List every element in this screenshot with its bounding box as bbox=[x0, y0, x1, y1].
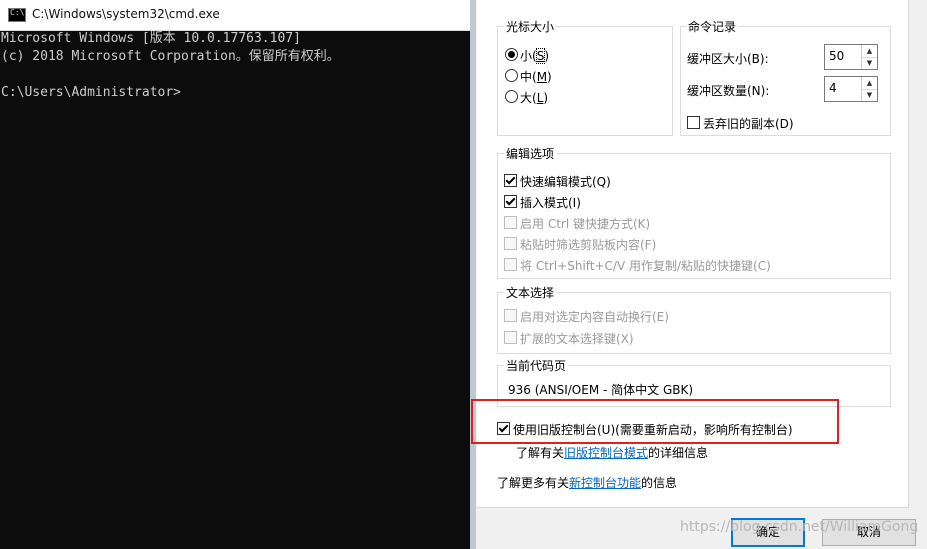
buffer-size-spinner[interactable]: 50 ▲ ▼ bbox=[824, 44, 878, 70]
ctrl-shift-cv-label: 将 Ctrl+Shift+C/V 用作复制/粘贴的快捷键(C) bbox=[520, 259, 771, 273]
buffer-size-arrows: ▲ ▼ bbox=[861, 45, 877, 69]
buffer-size-value[interactable]: 50 bbox=[829, 49, 844, 63]
command-history-title: 命令记录 bbox=[686, 18, 739, 35]
new-features-link[interactable]: 新控制台功能 bbox=[569, 476, 641, 490]
edit-options-title: 编辑选项 bbox=[504, 145, 557, 162]
insert-mode-checkbox[interactable] bbox=[504, 195, 517, 208]
buffer-count-arrows: ▲ ▼ bbox=[861, 77, 877, 101]
line-wrap-selection-label: 启用对选定内容自动换行(E) bbox=[520, 310, 669, 324]
discard-old-duplicates-checkbox[interactable] bbox=[687, 116, 700, 129]
watermark-text: https://blog.csdn.net/WilliamGong bbox=[680, 519, 919, 535]
cursor-small-radio[interactable] bbox=[505, 48, 518, 61]
line-wrap-selection-checkbox bbox=[504, 309, 517, 322]
legacy-console-checkbox[interactable] bbox=[497, 422, 510, 435]
new-features-info: 了解更多有关新控制台功能的信息 bbox=[497, 474, 677, 491]
extended-selection-keys-checkbox bbox=[504, 331, 517, 344]
new-features-suffix: 的信息 bbox=[641, 476, 678, 490]
legacy-console-link[interactable]: 旧版控制台模式 bbox=[564, 446, 648, 460]
console-line-1: Microsoft Windows [版本 10.0.17763.107] bbox=[1, 31, 301, 46]
legacy-console-info: 了解有关旧版控制台模式的详细信息 bbox=[516, 444, 708, 461]
cmd-window[interactable] bbox=[0, 0, 470, 549]
legacy-console-label[interactable]: 使用旧版控制台(U)(需要重新启动，影响所有控制台) bbox=[513, 421, 793, 438]
cmd-app-icon: C:\ bbox=[8, 8, 26, 22]
legacy-info-suffix: 的详细信息 bbox=[648, 446, 709, 460]
insert-mode-label[interactable]: 插入模式(I) bbox=[520, 194, 581, 211]
buffer-size-label: 缓冲区大小(B): bbox=[687, 52, 769, 66]
cmd-window-title: C:\Windows\system32\cmd.exe bbox=[32, 7, 220, 21]
extended-selection-keys-label: 扩展的文本选择键(X) bbox=[520, 332, 634, 346]
legacy-info-prefix: 了解有关 bbox=[516, 446, 565, 460]
cmd-title-bar[interactable]: C:\ C:\Windows\system32\cmd.exe bbox=[0, 0, 470, 31]
ctrl-shortcuts-checkbox bbox=[504, 216, 517, 229]
cursor-large-radio[interactable] bbox=[505, 90, 518, 103]
console-prompt[interactable]: C:\Users\Administrator> bbox=[1, 84, 181, 102]
code-page-title: 当前代码页 bbox=[504, 357, 569, 374]
filter-clipboard-checkbox bbox=[504, 237, 517, 250]
text-selection-title: 文本选择 bbox=[504, 284, 557, 301]
code-page-value: 936 (ANSI/OEM - 简体中文 GBK) bbox=[508, 383, 694, 397]
cursor-large-label[interactable]: 大(L) bbox=[520, 89, 548, 106]
cursor-size-title: 光标大小 bbox=[504, 18, 557, 35]
buffer-count-spinner[interactable]: 4 ▲ ▼ bbox=[824, 76, 878, 102]
cursor-small-label[interactable]: 小(S) bbox=[520, 47, 549, 64]
cursor-medium-label[interactable]: 中(M) bbox=[520, 68, 552, 85]
filter-clipboard-label: 粘贴时筛选剪贴板内容(F) bbox=[520, 238, 657, 252]
ctrl-shift-cv-checkbox bbox=[504, 258, 517, 271]
buffer-count-label: 缓冲区数量(N): bbox=[687, 84, 770, 98]
buffer-count-down-icon[interactable]: ▼ bbox=[862, 89, 877, 101]
new-features-prefix: 了解更多有关 bbox=[497, 476, 570, 490]
cursor-medium-radio[interactable] bbox=[505, 69, 518, 82]
console-line-2: (c) 2018 Microsoft Corporation。保留所有权利。 bbox=[1, 49, 340, 64]
discard-old-duplicates-label[interactable]: 丢弃旧的副本(D) bbox=[703, 115, 794, 132]
quick-edit-label[interactable]: 快速编辑模式(Q) bbox=[520, 173, 611, 190]
buffer-count-value[interactable]: 4 bbox=[829, 81, 837, 95]
buffer-size-down-icon[interactable]: ▼ bbox=[862, 57, 877, 69]
quick-edit-checkbox[interactable] bbox=[504, 174, 517, 187]
cmd-app-icon-text: C:\ bbox=[10, 8, 25, 17]
ctrl-shortcuts-label: 启用 Ctrl 键快捷方式(K) bbox=[520, 217, 651, 231]
